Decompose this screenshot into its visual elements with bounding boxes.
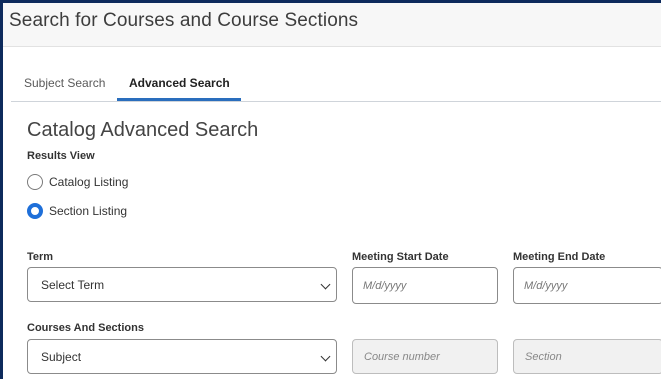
active-tab-indicator: [117, 98, 241, 101]
radio-label-catalog-listing: Catalog Listing: [49, 175, 129, 189]
subject-select[interactable]: Subject: [27, 339, 337, 374]
tab-advanced-search[interactable]: Advanced Search: [129, 76, 230, 90]
radio-unchecked-icon[interactable]: [27, 174, 43, 190]
catalog-title: Catalog Advanced Search: [27, 119, 259, 141]
section-input[interactable]: Section: [513, 339, 661, 374]
meeting-end-date-placeholder: M/d/yyyy: [524, 280, 568, 292]
chevron-down-icon: [320, 279, 331, 290]
search-tabs: Subject Search Advanced Search: [11, 47, 661, 102]
tab-subject-search[interactable]: Subject Search: [24, 76, 105, 90]
results-view-label: Results View: [27, 150, 95, 162]
section-placeholder: Section: [525, 351, 562, 363]
meeting-start-date-placeholder: M/d/yyyy: [363, 280, 407, 292]
radio-checked-icon[interactable]: [27, 203, 43, 219]
radio-section-listing[interactable]: Section Listing: [27, 203, 127, 219]
term-select[interactable]: Select Term: [27, 267, 337, 302]
meeting-end-date-input[interactable]: M/d/yyyy: [513, 267, 661, 304]
search-window: Search for Courses and Course Sections S…: [0, 0, 661, 379]
meeting-end-date-label: Meeting End Date: [513, 251, 606, 263]
meeting-start-date-label: Meeting Start Date: [352, 251, 449, 263]
radio-catalog-listing[interactable]: Catalog Listing: [27, 174, 128, 190]
term-select-value: Select Term: [41, 278, 105, 292]
page-title: Search for Courses and Course Sections: [9, 10, 359, 31]
course-number-placeholder: Course number: [364, 351, 440, 363]
term-label: Term: [27, 251, 54, 263]
radio-label-section-listing: Section Listing: [49, 204, 128, 218]
course-number-input[interactable]: Course number: [352, 339, 498, 374]
meeting-start-date-input[interactable]: M/d/yyyy: [352, 267, 498, 304]
chevron-down-icon: [320, 351, 331, 362]
page-header: Search for Courses and Course Sections: [3, 3, 661, 47]
subject-select-value: Subject: [41, 350, 82, 364]
courses-and-sections-label: Courses And Sections: [27, 322, 144, 334]
